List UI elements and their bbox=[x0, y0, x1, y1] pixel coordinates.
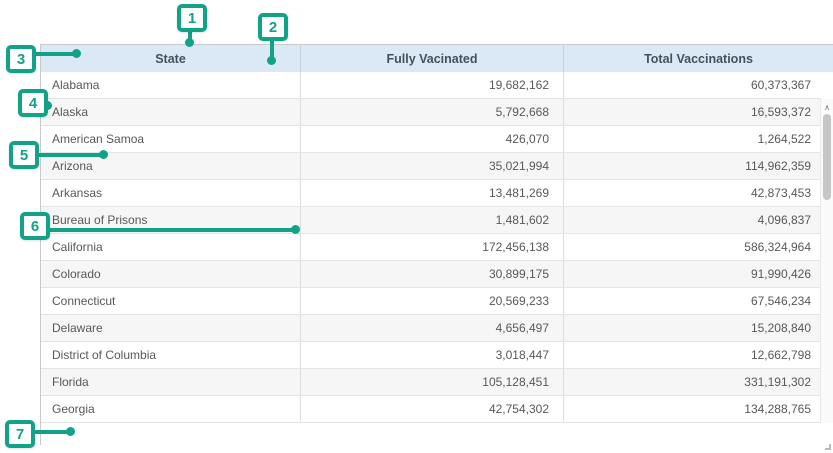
fully-vacinated-cell: 3,018,447 bbox=[301, 342, 564, 368]
callout-badge-7: 7 bbox=[5, 420, 35, 448]
callout-badge-1: 1 bbox=[177, 4, 207, 32]
table-row[interactable]: American Samoa426,0701,264,522 bbox=[41, 126, 821, 153]
table-row[interactable]: District of Columbia3,018,44712,662,798 bbox=[41, 342, 821, 369]
state-cell: Florida bbox=[41, 369, 301, 395]
callout-badge-6: 6 bbox=[20, 212, 50, 240]
fully-vacinated-cell: 30,899,175 bbox=[301, 261, 564, 287]
total-vaccinations-cell: 134,288,765 bbox=[564, 396, 821, 422]
scroll-up-icon[interactable]: ∧ bbox=[821, 100, 833, 114]
state-cell: Colorado bbox=[41, 261, 301, 287]
table-header-row: State Fully Vacinated Total Vaccinations bbox=[41, 45, 833, 72]
fully-vacinated-cell: 172,456,138 bbox=[301, 234, 564, 260]
state-cell: Delaware bbox=[41, 315, 301, 341]
table-row[interactable]: California172,456,138586,324,964 bbox=[41, 234, 821, 261]
dashboard-canvas: State Fully Vacinated Total Vaccinations… bbox=[0, 0, 833, 453]
column-header-total-vaccinations[interactable]: Total Vaccinations bbox=[564, 45, 833, 72]
fully-vacinated-cell: 42,754,302 bbox=[301, 396, 564, 422]
scrollbar-thumb[interactable] bbox=[823, 114, 831, 200]
callout-badge-2: 2 bbox=[258, 13, 288, 41]
callout-7-connector bbox=[34, 430, 69, 434]
total-vaccinations-cell: 1,264,522 bbox=[564, 126, 821, 152]
column-header-state[interactable]: State bbox=[41, 45, 301, 72]
state-cell: Alaska bbox=[41, 99, 301, 125]
fully-vacinated-cell: 1,481,602 bbox=[301, 207, 564, 233]
resize-handle-icon bbox=[825, 444, 831, 450]
vaccination-table: State Fully Vacinated Total Vaccinations… bbox=[40, 44, 833, 445]
total-vaccinations-cell: 12,662,798 bbox=[564, 342, 821, 368]
table-row[interactable]: Alabama19,682,16260,373,367 bbox=[41, 72, 821, 99]
total-vaccinations-cell: 15,208,840 bbox=[564, 315, 821, 341]
callout-5-dot bbox=[99, 150, 108, 159]
total-vaccinations-cell: 4,096,837 bbox=[564, 207, 821, 233]
callout-3-connector bbox=[35, 52, 75, 56]
table-row[interactable]: Alaska5,792,66816,593,372 bbox=[41, 99, 821, 126]
fully-vacinated-cell: 4,656,497 bbox=[301, 315, 564, 341]
callout-1-dot bbox=[185, 38, 194, 47]
callout-badge-3: 3 bbox=[6, 45, 36, 73]
total-vaccinations-cell: 331,191,302 bbox=[564, 369, 821, 395]
total-vaccinations-cell: 60,373,367 bbox=[564, 72, 821, 98]
fully-vacinated-cell: 105,128,451 bbox=[301, 369, 564, 395]
table-row[interactable]: Delaware4,656,49715,208,840 bbox=[41, 315, 821, 342]
total-vaccinations-cell: 114,962,359 bbox=[564, 153, 821, 179]
callout-5-connector bbox=[38, 153, 102, 157]
vertical-scrollbar[interactable]: ∧ ∨ bbox=[820, 99, 833, 423]
state-cell: Connecticut bbox=[41, 288, 301, 314]
state-cell: American Samoa bbox=[41, 126, 301, 152]
fully-vacinated-cell: 20,569,233 bbox=[301, 288, 564, 314]
table-row[interactable]: Colorado30,899,17591,990,426 bbox=[41, 261, 821, 288]
total-vaccinations-cell: 586,324,964 bbox=[564, 234, 821, 260]
fully-vacinated-cell: 19,682,162 bbox=[301, 72, 564, 98]
state-cell: Georgia bbox=[41, 396, 301, 422]
state-cell: California bbox=[41, 234, 301, 260]
fully-vacinated-cell: 5,792,668 bbox=[301, 99, 564, 125]
total-vaccinations-cell: 42,873,453 bbox=[564, 180, 821, 206]
column-header-fully-vacinated[interactable]: Fully Vacinated bbox=[301, 45, 564, 72]
table-row[interactable]: Arkansas13,481,26942,873,453 bbox=[41, 180, 821, 207]
table-body: Alabama19,682,16260,373,367Alaska5,792,6… bbox=[41, 72, 833, 423]
callout-6-connector bbox=[49, 228, 294, 232]
total-vaccinations-cell: 91,990,426 bbox=[564, 261, 821, 287]
state-cell: Arkansas bbox=[41, 180, 301, 206]
callout-6-dot bbox=[291, 225, 300, 234]
callout-7-dot bbox=[66, 427, 75, 436]
fully-vacinated-cell: 35,021,994 bbox=[301, 153, 564, 179]
total-vaccinations-cell: 67,546,234 bbox=[564, 288, 821, 314]
fully-vacinated-cell: 426,070 bbox=[301, 126, 564, 152]
callout-3-dot bbox=[72, 49, 81, 58]
callout-2-dot bbox=[267, 56, 276, 65]
callout-badge-5: 5 bbox=[9, 141, 39, 169]
table-rows: Alabama19,682,16260,373,367Alaska5,792,6… bbox=[41, 72, 821, 423]
table-row[interactable]: Connecticut20,569,23367,546,234 bbox=[41, 288, 821, 315]
callout-badge-4: 4 bbox=[18, 89, 48, 117]
fully-vacinated-cell: 13,481,269 bbox=[301, 180, 564, 206]
state-cell: District of Columbia bbox=[41, 342, 301, 368]
table-row[interactable]: Georgia42,754,302134,288,765 bbox=[41, 396, 821, 423]
table-row[interactable]: Florida105,128,451331,191,302 bbox=[41, 369, 821, 396]
state-cell: Alabama bbox=[41, 72, 301, 98]
total-vaccinations-cell: 16,593,372 bbox=[564, 99, 821, 125]
table-row[interactable]: Arizona35,021,994114,962,359 bbox=[41, 153, 821, 180]
